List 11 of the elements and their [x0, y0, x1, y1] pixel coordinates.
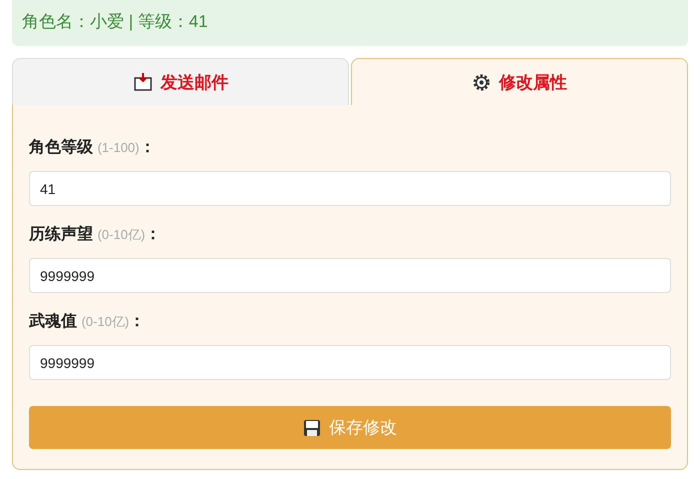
tab[interactable]: 发送邮件: [12, 58, 349, 105]
settings-icon: [472, 72, 491, 92]
tab[interactable]: 修改属性: [351, 58, 688, 105]
field-label: 角色等级 (1-100)：: [29, 138, 156, 158]
input-field[interactable]: 9999999: [29, 345, 671, 380]
input-field[interactable]: 9999999: [29, 258, 671, 293]
input-field[interactable]: 41: [29, 171, 671, 206]
field-label: 历练声望 (0-10亿)：: [29, 224, 162, 245]
inbox-icon: [132, 72, 152, 92]
field-label: 武魂值 (0-10亿)：: [29, 312, 146, 332]
info-bar: 角色名：小爱 | 等级：41: [12, 0, 688, 46]
